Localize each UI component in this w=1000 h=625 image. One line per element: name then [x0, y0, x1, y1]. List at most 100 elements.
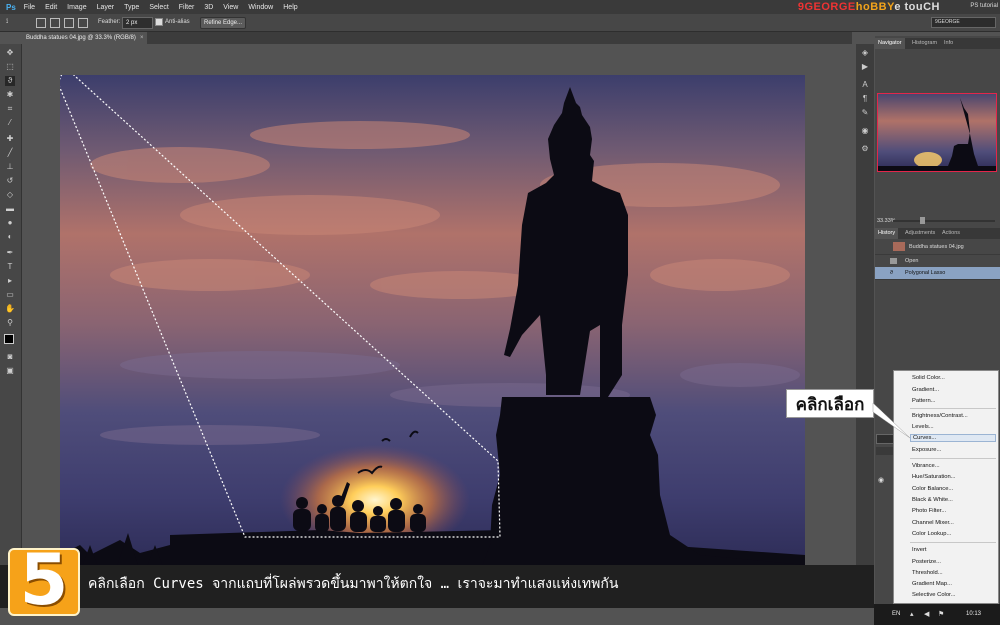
navigator-thumbnail[interactable]: [877, 93, 997, 172]
type-tool-icon[interactable]: T: [5, 262, 15, 272]
menu-item-threshold[interactable]: Threshold...: [912, 570, 943, 576]
system-clock[interactable]: 10:13: [966, 611, 981, 617]
gradient-tool-icon[interactable]: ▬: [5, 204, 15, 214]
marquee-tool-icon[interactable]: ⬚: [5, 62, 15, 72]
close-tab-icon[interactable]: ×: [140, 32, 144, 44]
menu-layer[interactable]: Layer: [97, 4, 115, 11]
menu-item-exposure[interactable]: Exposure...: [912, 447, 941, 453]
menu-select[interactable]: Select: [149, 4, 168, 11]
eyedropper-icon[interactable]: ⁄: [5, 118, 15, 128]
callout-pointer: [872, 402, 911, 439]
menu-filter[interactable]: Filter: [179, 4, 195, 11]
move-tool-icon[interactable]: ✥: [5, 48, 15, 58]
lasso-tool-icon[interactable]: ⟟: [6, 19, 8, 26]
tab-navigator[interactable]: Navigator: [875, 38, 905, 49]
ps-tutorial-label: PS tutorial: [970, 3, 998, 9]
network-icon[interactable]: ▴: [910, 610, 914, 618]
layer-visibility-icon[interactable]: ◉: [878, 476, 884, 484]
document-tab[interactable]: Buddha statues 04.jpg @ 33.3% (RGB/8): [22, 32, 147, 44]
blur-tool-icon[interactable]: ●: [5, 218, 15, 228]
history-item-polygonal-lasso[interactable]: ϑ Polygonal Lasso: [875, 267, 1000, 280]
menu-item-channel-mixer[interactable]: Channel Mixer...: [912, 520, 954, 526]
tab-history[interactable]: History: [875, 228, 899, 239]
navigator-zoom-slider[interactable]: [893, 220, 995, 222]
actions-panel-icon[interactable]: ▶: [860, 62, 870, 72]
clone-source-icon[interactable]: ◉: [860, 126, 870, 136]
tab-info[interactable]: Info: [941, 38, 956, 49]
image-canvas[interactable]: [60, 75, 805, 572]
menu-item-gradient-map[interactable]: Gradient Map...: [912, 581, 952, 587]
menu-item-vibrance[interactable]: Vibrance...: [912, 463, 940, 469]
feather-input[interactable]: 2 px: [122, 17, 153, 29]
brush-panel-icon[interactable]: ✎: [860, 108, 870, 118]
path-select-icon[interactable]: ▸: [5, 276, 15, 286]
add-selection-icon[interactable]: [50, 18, 60, 28]
subtract-selection-icon[interactable]: [64, 18, 74, 28]
tool-presets-icon[interactable]: ⚙: [860, 144, 870, 154]
flag-icon[interactable]: ⚑: [938, 610, 944, 618]
menu-item-gradient[interactable]: Gradient...: [912, 387, 939, 393]
menu-file[interactable]: File: [24, 4, 35, 11]
menu-type[interactable]: Type: [124, 4, 139, 11]
tab-actions[interactable]: Actions: [939, 228, 963, 239]
menu-item-color-lookup[interactable]: Color Lookup...: [912, 531, 951, 537]
magic-wand-icon[interactable]: ✱: [5, 90, 15, 100]
new-selection-icon[interactable]: [36, 18, 46, 28]
brand-logo: 9GEORGEhoBBYe touCH: [797, 1, 940, 13]
menu-3d[interactable]: 3D: [204, 4, 213, 11]
foreground-color-swatch[interactable]: [4, 334, 14, 344]
workspace-select[interactable]: 9GEORGE: [931, 17, 996, 28]
menu-item-selective-color[interactable]: Selective Color...: [912, 592, 956, 598]
clone-stamp-icon[interactable]: ⊥: [5, 162, 15, 172]
character-panel-icon[interactable]: A: [860, 80, 870, 90]
antialias-label: Anti-alias: [165, 19, 190, 25]
blend-mode-select[interactable]: [876, 447, 894, 455]
menu-item-black-white[interactable]: Black & White...: [912, 497, 953, 503]
history-brush-icon[interactable]: ↺: [5, 176, 15, 186]
menu-item-photo-filter[interactable]: Photo Filter...: [912, 508, 946, 514]
menu-item-invert[interactable]: Invert: [912, 547, 927, 553]
tab-adjustments[interactable]: Adjustments: [902, 228, 938, 239]
lasso-tool-icon[interactable]: ϑ: [5, 76, 15, 86]
menu-separator: [910, 408, 996, 409]
menu-window[interactable]: Window: [248, 4, 273, 11]
menu-separator: [910, 542, 996, 543]
antialias-checkbox[interactable]: [155, 18, 163, 26]
dodge-tool-icon[interactable]: ◐: [5, 232, 15, 242]
menu-item-curves[interactable]: Curves...: [910, 434, 996, 442]
menu-item-posterize[interactable]: Posterize...: [912, 559, 941, 565]
tab-histogram[interactable]: Histogram: [909, 38, 940, 49]
volume-icon[interactable]: ◀: [924, 610, 929, 618]
shape-tool-icon[interactable]: ▭: [5, 290, 15, 300]
screen-mode-icon[interactable]: ▣: [5, 366, 15, 376]
menu-item-pattern[interactable]: Pattern...: [912, 398, 936, 404]
refine-edge-button[interactable]: Refine Edge...: [200, 17, 246, 29]
quick-mask-icon[interactable]: ◙: [5, 352, 15, 362]
history-panel-icon[interactable]: ◈: [860, 48, 870, 58]
menu-view[interactable]: View: [223, 4, 238, 11]
crop-tool-icon[interactable]: ⌗: [5, 104, 15, 114]
menu-help[interactable]: Help: [283, 4, 297, 11]
intersect-selection-icon[interactable]: [78, 18, 88, 28]
pen-tool-icon[interactable]: ✒: [5, 248, 15, 258]
paragraph-panel-icon[interactable]: ¶: [860, 94, 870, 104]
language-indicator[interactable]: EN: [892, 611, 900, 617]
menu-item-levels[interactable]: Levels...: [912, 424, 934, 430]
history-snapshot[interactable]: Buddha statues 04.jpg: [875, 240, 1000, 255]
healing-brush-icon[interactable]: ✚: [5, 134, 15, 144]
brush-tool-icon[interactable]: ╱: [5, 148, 15, 158]
zoom-slider-handle[interactable]: [920, 217, 925, 224]
hand-tool-icon[interactable]: ✋: [5, 304, 15, 314]
photoshop-logo[interactable]: Ps: [6, 3, 16, 12]
menu-image[interactable]: Image: [67, 4, 86, 11]
zoom-tool-icon[interactable]: ⚲: [5, 318, 15, 328]
snapshot-thumbnail: [893, 242, 905, 251]
eraser-tool-icon[interactable]: ◇: [5, 190, 15, 200]
menu-separator: [910, 458, 996, 459]
menu-edit[interactable]: Edit: [45, 4, 57, 11]
menu-item-solid-color[interactable]: Solid Color...: [912, 375, 945, 381]
menu-item-hue-saturation[interactable]: Hue/Saturation...: [912, 474, 956, 480]
navigator-tabs: Navigator Histogram Info: [875, 38, 1000, 49]
menu-item-brightness-contrast[interactable]: Brightness/Contrast...: [912, 413, 968, 419]
menu-item-color-balance[interactable]: Color Balance...: [912, 486, 953, 492]
